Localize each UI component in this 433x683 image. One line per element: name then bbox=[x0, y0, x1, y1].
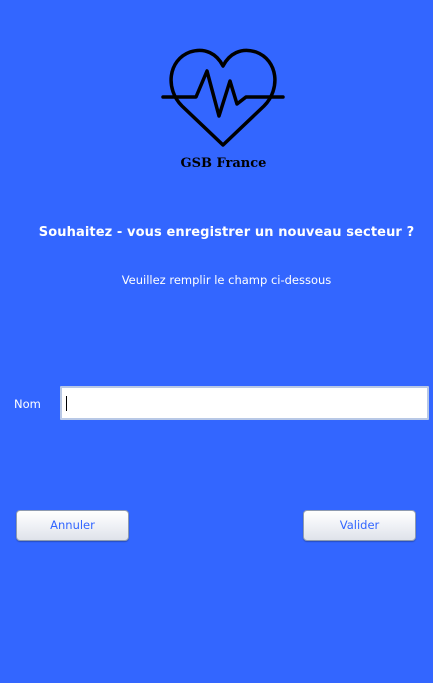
validate-button[interactable]: Valider bbox=[303, 510, 416, 541]
name-input[interactable] bbox=[60, 386, 429, 420]
cancel-button[interactable]: Annuler bbox=[16, 510, 129, 541]
text-caret bbox=[66, 396, 67, 411]
page-heading: Souhaitez - vous enregistrer un nouveau … bbox=[38, 225, 415, 240]
brand-name: GSB France bbox=[180, 156, 267, 171]
heartbeat-icon bbox=[161, 48, 285, 147]
instruction-text: Veuillez remplir le champ ci-dessous bbox=[121, 273, 332, 287]
name-field-label: Nom bbox=[14, 397, 41, 411]
